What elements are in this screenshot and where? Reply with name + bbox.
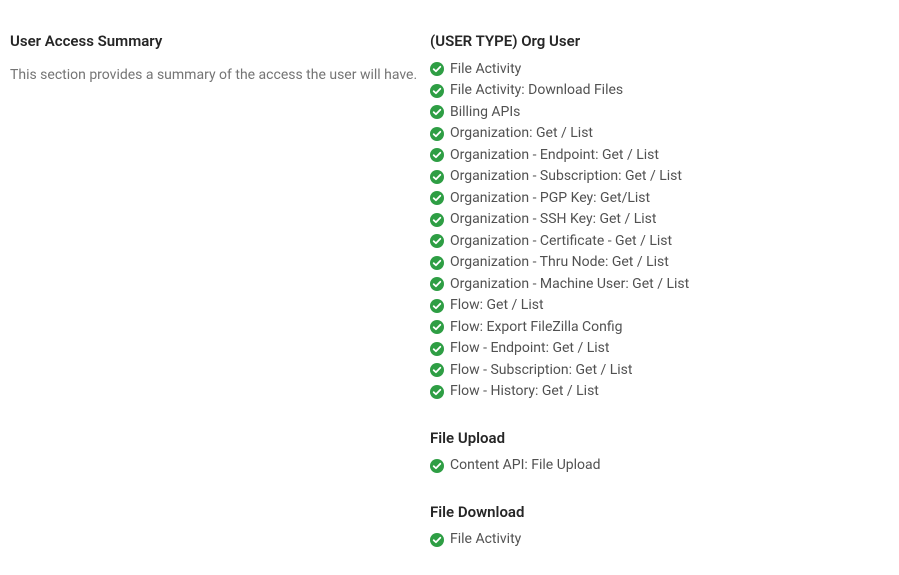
check-circle-icon [430, 148, 444, 162]
permission-group-title: (USER TYPE) Org User [430, 30, 899, 53]
check-circle-icon [430, 62, 444, 76]
check-circle-icon [430, 299, 444, 313]
check-circle-icon [430, 320, 444, 334]
permission-item-label: Flow: Get / List [450, 295, 544, 317]
check-circle-icon [430, 191, 444, 205]
permission-item: Flow - Endpoint: Get / List [430, 338, 899, 360]
permission-item: Organization - PGP Key: Get/List [430, 188, 899, 210]
section-description: This section provides a summary of the a… [10, 65, 430, 86]
check-circle-icon [430, 213, 444, 227]
permission-item-label: Organization - Subscription: Get / List [450, 166, 682, 188]
check-circle-icon [430, 342, 444, 356]
check-circle-icon [430, 84, 444, 98]
check-circle-icon [430, 385, 444, 399]
permission-item: File Activity: Download Files [430, 80, 899, 102]
check-circle-icon [430, 256, 444, 270]
permission-item-label: File Activity: Download Files [450, 80, 623, 102]
permission-item: Organization - SSH Key: Get / List [430, 209, 899, 231]
permission-item: Flow - Subscription: Get / List [430, 360, 899, 382]
permission-item: File Activity [430, 529, 899, 551]
permission-item-label: Organization - PGP Key: Get/List [450, 188, 650, 210]
permission-group-title: File Upload [430, 427, 899, 450]
permission-item-label: Flow - Endpoint: Get / List [450, 338, 609, 360]
permission-item-label: Content API: File Upload [450, 455, 601, 477]
permission-group-title: File Download [430, 501, 899, 524]
permission-group: File Download File Activity [430, 501, 899, 551]
permission-item: Organization - Thru Node: Get / List [430, 252, 899, 274]
permission-item-label: Flow - Subscription: Get / List [450, 360, 633, 382]
permission-item-label: Billing APIs [450, 102, 520, 124]
permission-item-label: Organization - Certificate - Get / List [450, 231, 672, 253]
check-circle-icon [430, 277, 444, 291]
permission-item: Billing APIs [430, 102, 899, 124]
permission-item-label: Organization: Get / List [450, 123, 593, 145]
check-circle-icon [430, 459, 444, 473]
check-circle-icon [430, 234, 444, 248]
permission-item-label: Organization - Thru Node: Get / List [450, 252, 669, 274]
permission-item: Organization - Subscription: Get / List [430, 166, 899, 188]
permission-item: Flow: Export FileZilla Config [430, 317, 899, 339]
permission-item-label: Flow: Export FileZilla Config [450, 317, 623, 339]
permission-item: Organization: Get / List [430, 123, 899, 145]
permission-item-label: File Activity [450, 59, 521, 81]
permission-item-label: Organization - SSH Key: Get / List [450, 209, 656, 231]
permission-item: Organization - Certificate - Get / List [430, 231, 899, 253]
permission-item: Flow: Get / List [430, 295, 899, 317]
check-circle-icon [430, 170, 444, 184]
permission-item: Organization - Endpoint: Get / List [430, 145, 899, 167]
check-circle-icon [430, 533, 444, 547]
check-circle-icon [430, 363, 444, 377]
permission-item-label: File Activity [450, 529, 521, 551]
permission-item-label: Organization - Machine User: Get / List [450, 274, 689, 296]
permission-item: File Activity [430, 59, 899, 81]
permission-item: Organization - Machine User: Get / List [430, 274, 899, 296]
permission-item-label: Organization - Endpoint: Get / List [450, 145, 659, 167]
left-column: User Access Summary This section provide… [10, 30, 430, 575]
section-title: User Access Summary [10, 30, 430, 53]
user-access-summary-container: User Access Summary This section provide… [0, 0, 899, 575]
permission-item: Flow - History: Get / List [430, 381, 899, 403]
permission-group: (USER TYPE) Org User File ActivityFile Ac… [430, 30, 899, 403]
check-circle-icon [430, 127, 444, 141]
permission-group: File Upload Content API: File Upload [430, 427, 899, 477]
check-circle-icon [430, 105, 444, 119]
permission-item-label: Flow - History: Get / List [450, 381, 599, 403]
permission-item: Content API: File Upload [430, 455, 899, 477]
permissions-column: (USER TYPE) Org UserFile ActivityFile Ac… [430, 30, 899, 575]
